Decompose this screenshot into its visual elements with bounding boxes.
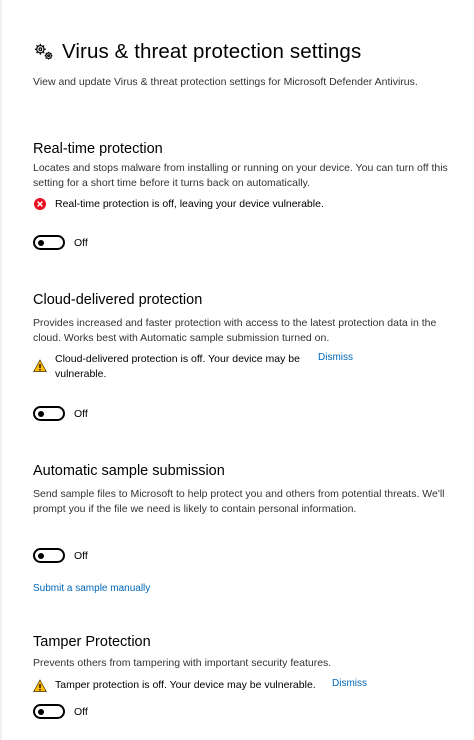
toggle-knob	[38, 410, 44, 417]
page-description: View and update Virus & threat protectio…	[33, 76, 418, 88]
submit-sample-link[interactable]: Submit a sample manually	[33, 583, 150, 594]
realtime-protection-toggle[interactable]	[33, 235, 65, 250]
cloud-protection-toggle[interactable]	[33, 406, 65, 421]
toggle-state-label: Off	[74, 407, 88, 420]
dismiss-link[interactable]: Dismiss	[332, 678, 367, 689]
section-title: Tamper Protection	[33, 634, 151, 650]
toggle-state-label: Off	[74, 236, 88, 249]
section-cloud-protection: Cloud-delivered protection Provides incr…	[33, 291, 458, 421]
dismiss-link[interactable]: Dismiss	[318, 352, 353, 363]
section-sample-submission: Automatic sample submission Send sample …	[33, 462, 458, 594]
page-title: Virus & threat protection settings	[62, 40, 362, 63]
toggle-knob	[38, 708, 44, 715]
toggle-state-label: Off	[74, 549, 88, 562]
toggle-knob	[38, 552, 44, 559]
toggle-row: Off	[33, 235, 88, 250]
alert-text: Real-time protection is off, leaving you…	[55, 198, 324, 210]
toggle-knob	[38, 239, 44, 246]
section-description: Locates and stops malware from installin…	[33, 162, 448, 189]
error-icon	[34, 198, 46, 210]
warning-icon	[33, 678, 47, 692]
section-title: Automatic sample submission	[33, 463, 225, 479]
warning-alert: Cloud-delivered protection is off. Your …	[33, 352, 458, 384]
sample-submission-toggle[interactable]	[33, 548, 65, 563]
alert-text: Tamper protection is off. Your device ma…	[55, 678, 316, 691]
section-realtime-protection: Real-time protection Locates and stops m…	[33, 140, 458, 250]
error-alert: Real-time protection is off, leaving you…	[33, 197, 458, 213]
section-tamper-protection: Tamper Protection Prevents others from t…	[33, 633, 458, 719]
toggle-state-label: Off	[74, 705, 88, 718]
section-title: Cloud-delivered protection	[33, 292, 203, 308]
tamper-protection-toggle[interactable]	[33, 704, 65, 719]
gears-icon	[34, 43, 53, 60]
section-description: Prevents others from tampering with impo…	[33, 657, 332, 669]
warning-alert: Tamper protection is off. Your device ma…	[33, 678, 458, 694]
toggle-row: Off	[33, 704, 88, 719]
section-description: Send sample files to Microsoft to help p…	[33, 488, 445, 515]
page-header: Virus & threat protection settings	[33, 40, 361, 64]
toggle-row: Off	[33, 548, 88, 563]
toggle-row: Off	[33, 406, 88, 421]
section-description: Provides increased and faster protection…	[33, 317, 437, 344]
alert-text: Cloud-delivered protection is off. Your …	[55, 353, 300, 380]
warning-icon	[33, 359, 47, 372]
left-divider	[0, 0, 2, 740]
section-title: Real-time protection	[33, 141, 163, 157]
